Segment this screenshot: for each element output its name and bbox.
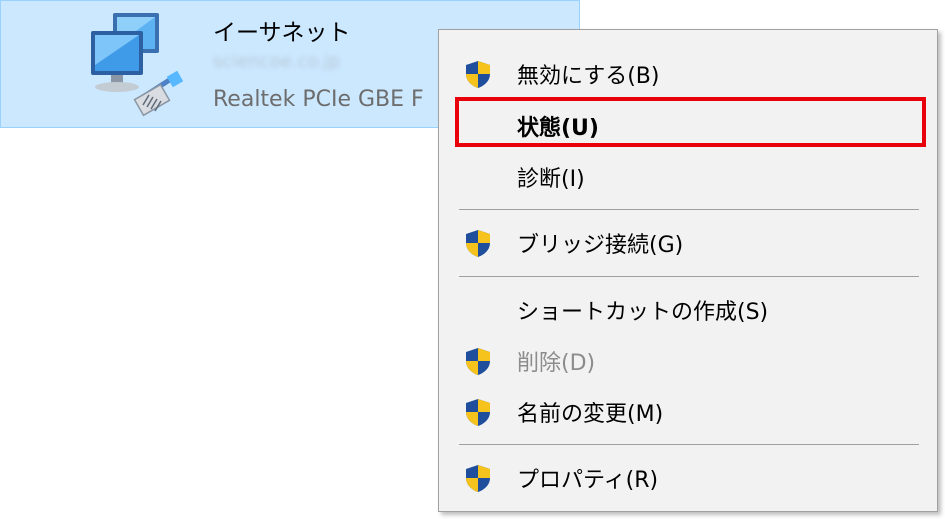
- uac-shield-icon: [466, 399, 490, 426]
- adapter-name: イーサネット: [213, 20, 351, 46]
- menu-item-label: プロパティ(R): [517, 468, 659, 493]
- menu-item-label: ショートカットの作成(S): [517, 300, 769, 325]
- uac-shield-icon: [466, 465, 490, 492]
- menu-item-label: 名前の変更(M): [517, 402, 664, 427]
- menu-item-rename[interactable]: 名前の変更(M): [439, 389, 937, 433]
- adapter-device-name: Realtek PCIe GBE F: [213, 87, 424, 112]
- menu-item-label: 削除(D): [517, 351, 596, 376]
- highlight-box: [455, 97, 926, 147]
- uac-shield-icon: [466, 230, 490, 257]
- menu-item-properties[interactable]: プロパティ(R): [439, 455, 937, 499]
- menu-item-create-shortcut[interactable]: ショートカットの作成(S): [439, 287, 937, 331]
- uac-shield-icon: [466, 348, 490, 375]
- adapter-network-name: sciencoe.co.jp: [213, 51, 341, 72]
- menu-item-label: 無効にする(B): [517, 64, 660, 89]
- menu-separator: [459, 209, 919, 210]
- menu-item-diagnose[interactable]: 診断(I): [439, 154, 937, 198]
- network-adapter-icon: [91, 13, 184, 117]
- menu-item-disable[interactable]: 無効にする(B): [439, 51, 937, 95]
- menu-separator: [459, 444, 919, 445]
- uac-shield-icon: [466, 61, 490, 88]
- menu-item-label: ブリッジ接続(G): [517, 233, 684, 258]
- menu-item-label: 診断(I): [517, 167, 585, 192]
- menu-separator: [459, 276, 919, 277]
- menu-item-delete: 削除(D): [439, 338, 937, 382]
- menu-item-bridge-connections[interactable]: ブリッジ接続(G): [439, 220, 937, 264]
